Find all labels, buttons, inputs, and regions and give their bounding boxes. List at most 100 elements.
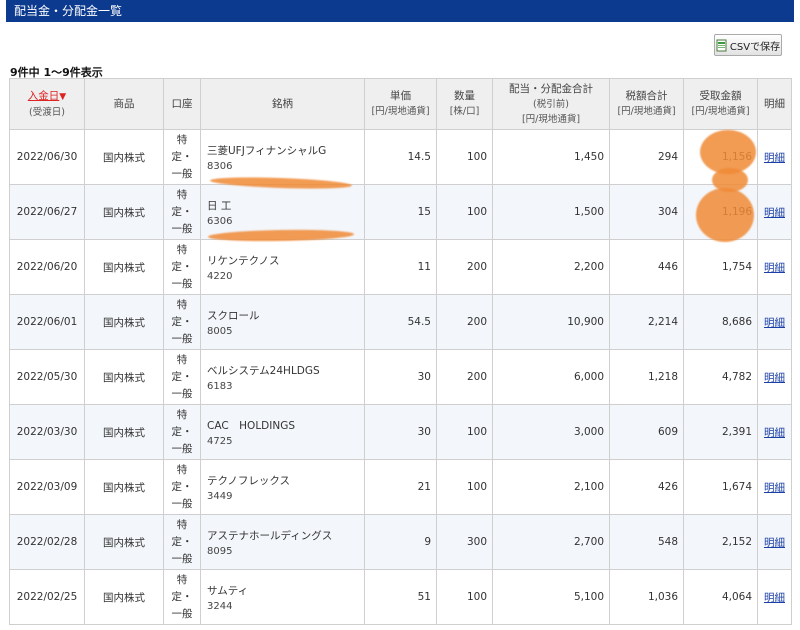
row-security-name: 日 工	[207, 199, 232, 212]
row-account-line1: 特	[176, 408, 188, 421]
row-total: 5,100	[492, 569, 610, 625]
detail-link[interactable]: 明細	[764, 152, 785, 164]
row-unit-price: 30	[364, 404, 437, 460]
csv-file-icon	[716, 39, 728, 52]
table-header-row: 入金日▼ (受渡日) 商品 口座 銘柄 単価 [円/現地通貨] 数量 [株/口]…	[9, 78, 792, 130]
header-tax: 税額合計 [円/現地通貨]	[609, 78, 684, 130]
row-detail: 明細	[757, 459, 792, 515]
row-account-line3: 一般	[171, 607, 193, 620]
row-unit-price: 11	[364, 239, 437, 295]
row-received: 4,782	[683, 349, 758, 405]
header-unit-price-sub: [円/現地通貨]	[371, 106, 430, 117]
row-quantity: 100	[436, 404, 493, 460]
detail-link[interactable]: 明細	[764, 482, 785, 494]
detail-link[interactable]: 明細	[764, 372, 785, 384]
row-account-line1: 特	[176, 298, 188, 311]
row-date: 2022/05/30	[9, 349, 85, 405]
header-quantity-label: 数量	[454, 90, 475, 102]
row-account-line3: 一般	[171, 552, 193, 565]
row-security-name: CAC HOLDINGS	[207, 419, 296, 432]
row-tax: 548	[609, 514, 684, 570]
row-date: 2022/06/20	[9, 239, 85, 295]
row-quantity: 200	[436, 239, 493, 295]
detail-link[interactable]: 明細	[764, 537, 785, 549]
header-tax-label: 税額合計	[625, 90, 668, 102]
row-detail: 明細	[757, 569, 792, 625]
row-tax: 609	[609, 404, 684, 460]
row-received: 4,064	[683, 569, 758, 625]
header-received-label: 受取金額	[699, 90, 742, 102]
row-unit-price: 30	[364, 349, 437, 405]
header-detail: 明細	[757, 78, 792, 130]
row-security: テクノフレックス 3449	[200, 459, 365, 515]
row-security-code: 4725	[207, 435, 233, 447]
header-received: 受取金額 [円/現地通貨]	[683, 78, 758, 130]
row-security-name: ベルシステム24HLDGS	[207, 364, 320, 377]
table-row: 2022/05/30 国内株式特定・ 一般 ベルシステム24HLDGS 6183 30 20…	[9, 349, 792, 405]
row-account-line2: 定・	[171, 590, 193, 603]
row-account-line2: 定・	[171, 205, 193, 218]
row-detail: 明細	[757, 514, 792, 570]
redaction-mark	[696, 188, 754, 242]
row-unit-price: 21	[364, 459, 437, 515]
row-security: ベルシステム24HLDGS 6183	[200, 349, 365, 405]
row-security: サムティ 3244	[200, 569, 365, 625]
row-account-line1: 特	[176, 573, 188, 586]
row-security: CAC HOLDINGS 4725	[200, 404, 365, 460]
table-row: 2022/03/09 国内株式特定・ 一般 テクノフレックス 3449 21 100 2,10…	[9, 459, 792, 515]
row-product: 国内株式	[84, 459, 164, 515]
row-security-name: 三菱UFJフィナンシャルG	[207, 144, 327, 157]
row-detail: 明細	[757, 184, 792, 240]
detail-link[interactable]: 明細	[764, 207, 785, 219]
detail-link[interactable]: 明細	[764, 317, 785, 329]
row-quantity: 200	[436, 294, 493, 350]
row-security-code: 3244	[207, 600, 233, 612]
header-unit-price-label: 単価	[390, 90, 411, 102]
row-date: 2022/02/28	[9, 514, 85, 570]
row-account: 特定・ 一般	[163, 184, 201, 240]
row-security-name: アステナホールディングス	[207, 529, 333, 542]
row-product: 国内株式	[84, 514, 164, 570]
header-total: 配当・分配金合計 (税引前) [円/現地通貨]	[492, 78, 610, 130]
header-tax-sub: [円/現地通貨]	[617, 106, 676, 117]
row-security-code: 3449	[207, 490, 233, 502]
row-quantity: 100	[436, 459, 493, 515]
row-account-line1: 特	[176, 353, 188, 366]
row-account-line2: 定・	[171, 480, 193, 493]
row-account-line2: 定・	[171, 150, 193, 163]
header-date[interactable]: 入金日▼ (受渡日)	[9, 78, 85, 130]
row-account-line2: 定・	[171, 370, 193, 383]
header-received-sub: [円/現地通貨]	[691, 106, 750, 117]
row-product: 国内株式	[84, 569, 164, 625]
row-account-line2: 定・	[171, 535, 193, 548]
row-account: 特定・ 一般	[163, 404, 201, 460]
sort-desc-icon[interactable]: ▼	[59, 92, 66, 102]
row-date: 2022/06/01	[9, 294, 85, 350]
row-security-name: スクロール	[207, 309, 260, 322]
detail-link[interactable]: 明細	[764, 592, 785, 604]
row-detail: 明細	[757, 404, 792, 460]
row-product: 国内株式	[84, 129, 164, 185]
csv-save-button[interactable]: CSVで保存	[714, 34, 782, 56]
row-detail: 明細	[757, 294, 792, 350]
row-security-code: 8095	[207, 545, 233, 557]
row-quantity: 100	[436, 129, 493, 185]
row-unit-price: 14.5	[364, 129, 437, 185]
row-product: 国内株式	[84, 349, 164, 405]
header-total-sub2: [円/現地通貨]	[521, 113, 581, 125]
row-quantity: 300	[436, 514, 493, 570]
sort-by-date-link[interactable]: 入金日	[28, 90, 60, 102]
row-account-line1: 特	[176, 463, 188, 476]
row-tax: 1,036	[609, 569, 684, 625]
row-security-code: 6183	[207, 380, 233, 392]
detail-link[interactable]: 明細	[764, 427, 785, 439]
row-tax: 426	[609, 459, 684, 515]
detail-link[interactable]: 明細	[764, 262, 785, 274]
table-row: 2022/02/25 国内株式特定・ 一般 サムティ 3244 51 100 5,100 1,0…	[9, 569, 792, 625]
row-product: 国内株式	[84, 404, 164, 460]
row-tax: 446	[609, 239, 684, 295]
row-account: 特定・ 一般	[163, 129, 201, 185]
row-unit-price: 15	[364, 184, 437, 240]
row-unit-price: 51	[364, 569, 437, 625]
header-total-label: 配当・分配金合計	[509, 82, 593, 95]
